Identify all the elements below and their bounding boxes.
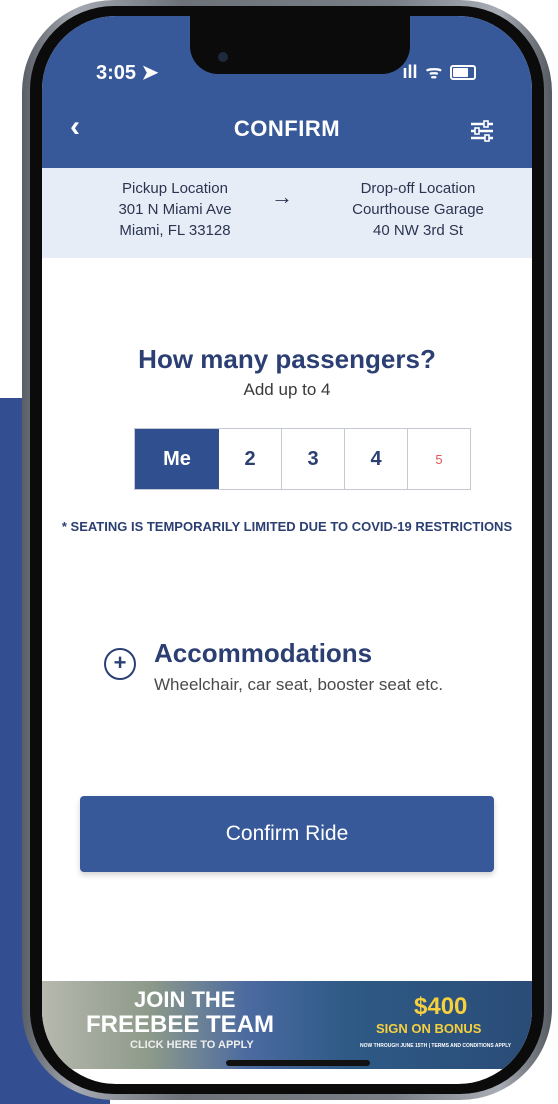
route-summary: Pickup Location 301 N Miami Ave Miami, F… [42,168,532,258]
home-indicator[interactable] [226,1060,370,1066]
pickup-address-line2: Miami, FL 33128 [119,222,231,239]
confirm-ride-button[interactable]: Confirm Ride [80,796,494,872]
app-header: 3:05 ➤ ıll ᯤ ‹ CONFIRM [42,16,532,168]
location-arrow-icon: ➤ [141,62,159,84]
banner-join-text: JOIN THE [134,987,236,1012]
covid-seating-notice: * SEATING IS TEMPORARILY LIMITED DUE TO … [61,519,513,534]
camera-notch [190,16,410,74]
passenger-option-2[interactable]: 2 [219,429,282,489]
recruitment-banner[interactable]: JOIN THE FREEBEE TEAM CLICK HERE TO APPL… [42,981,532,1069]
pickup-address-line1: 301 N Miami Ave [118,201,232,218]
status-icons: ıll ᯤ [403,60,476,84]
dropoff-address-line1: Courthouse Garage [352,201,484,218]
pickup-label: Pickup Location [122,180,228,197]
phone-bezel: 3:05 ➤ ıll ᯤ ‹ CONFIRM Pickup Location 3… [30,6,544,1094]
accommodations-title[interactable]: Accommodations [154,638,372,669]
passengers-question: How many passengers? [138,344,436,374]
passenger-count-selector: Me 2 3 4 5 [134,428,471,490]
passenger-option-5[interactable]: 5 [408,429,470,489]
camera-dot [218,52,228,62]
banner-bonus-amount: $400 [414,993,468,1020]
arrow-right-icon: → [271,184,293,209]
app-screen: 3:05 ➤ ıll ᯤ ‹ CONFIRM Pickup Location 3… [42,16,532,1084]
pickup-location[interactable]: Pickup Location 301 N Miami Ave Miami, F… [90,178,260,241]
dropoff-label: Drop-off Location [360,180,476,197]
page-title: CONFIRM [233,116,341,141]
dropoff-address-line2: 40 NW 3rd St [372,222,464,239]
banner-bonus-label: SIGN ON BONUS [376,1021,482,1036]
phone-frame: 3:05 ➤ ıll ᯤ ‹ CONFIRM Pickup Location 3… [22,0,552,1100]
banner-fine-print: NOW THROUGH JUNE 15TH | TERMS AND CONDIT… [360,1043,512,1049]
passengers-subtitle: Add up to 4 [243,380,331,399]
accommodations-subtitle: Wheelchair, car seat, booster seat etc. [154,675,444,694]
dropoff-location[interactable]: Drop-off Location Courthouse Garage 40 N… [318,178,518,241]
status-time-text: 3:05 [96,62,137,84]
wifi-icon: ᯤ [425,62,442,82]
status-time: 3:05 ➤ [96,60,158,85]
passenger-option-3[interactable]: 3 [282,429,345,489]
filter-sliders-icon[interactable] [470,120,494,142]
battery-icon [450,64,476,80]
passenger-option-4[interactable]: 4 [345,429,408,489]
passenger-option-me[interactable]: Me [135,429,219,489]
banner-apply-link[interactable]: CLICK HERE TO APPLY [130,1039,254,1051]
signal-icon: ıll [402,61,418,82]
banner-team-text: FREEBEE TEAM [86,1011,275,1038]
add-circle-icon[interactable]: + [104,648,136,680]
